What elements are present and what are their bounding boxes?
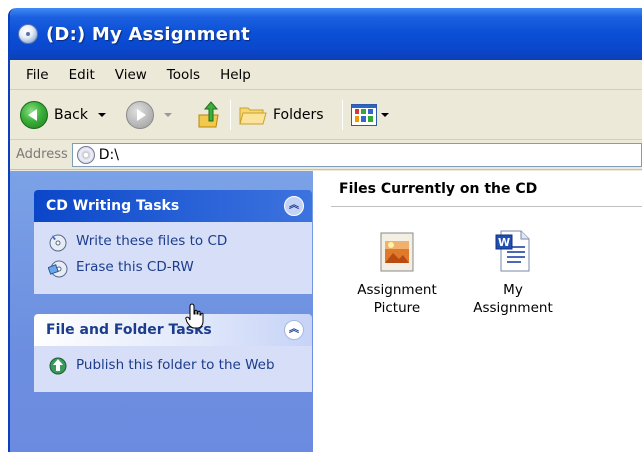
views-button[interactable] xyxy=(350,103,389,126)
task-pane: CD Writing Tasks ︽ Write these files to … xyxy=(10,171,313,452)
main-area: CD Writing Tasks ︽ Write these files to … xyxy=(10,171,642,452)
cd-writing-tasks-title: CD Writing Tasks xyxy=(46,198,180,214)
address-value: D:\ xyxy=(98,146,119,163)
file-folder-tasks-panel: File and Folder Tasks ︽ Publish this fol… xyxy=(34,314,312,392)
task-publish-folder-label: Publish this folder to the Web xyxy=(76,357,275,373)
file-folder-tasks-body: Publish this folder to the Web xyxy=(34,346,312,392)
back-button[interactable]: Back xyxy=(20,100,106,129)
folders-button[interactable]: Folders xyxy=(239,104,324,126)
task-erase-cd-rw[interactable]: Erase this CD-RW xyxy=(47,258,302,278)
back-label: Back xyxy=(54,106,88,123)
menu-view[interactable]: View xyxy=(105,67,157,83)
file-name-line1: My xyxy=(503,282,523,298)
task-write-files-label: Write these files to CD xyxy=(76,233,228,249)
forward-arrow-icon xyxy=(126,100,154,129)
folders-label: Folders xyxy=(273,106,324,123)
window-title: (D:) My Assignment xyxy=(46,23,250,45)
file-folder-tasks-header[interactable]: File and Folder Tasks ︽ xyxy=(34,314,312,346)
toolbar: Back Folders xyxy=(10,90,642,140)
file-name-line2: Picture xyxy=(373,300,421,316)
erase-cd-icon xyxy=(47,258,68,278)
title-bar[interactable]: (D:) My Assignment xyxy=(10,8,642,60)
menu-help[interactable]: Help xyxy=(210,67,261,83)
hand-cursor-icon xyxy=(185,303,205,329)
file-list-title: Files Currently on the CD xyxy=(339,181,538,197)
menu-tools[interactable]: Tools xyxy=(157,67,210,83)
menu-bar: File Edit View Tools Help xyxy=(10,60,642,90)
file-list-area[interactable]: Files Currently on the CD Assignment Pic… xyxy=(313,171,642,452)
cd-icon xyxy=(76,145,95,164)
word-document-icon: W xyxy=(493,227,533,275)
write-cd-icon xyxy=(48,232,68,252)
publish-web-icon xyxy=(48,356,68,376)
back-dropdown-icon[interactable] xyxy=(98,112,106,117)
toolbar-separator xyxy=(230,99,231,130)
address-bar: Address D:\ xyxy=(10,140,642,170)
task-publish-folder-web[interactable]: Publish this folder to the Web xyxy=(48,356,302,376)
up-folder-icon[interactable] xyxy=(196,100,222,129)
explorer-window: (D:) My Assignment File Edit View Tools … xyxy=(8,8,642,452)
file-list-header: Files Currently on the CD xyxy=(331,181,642,207)
collapse-chevron-icon[interactable]: ︽ xyxy=(284,320,304,340)
task-write-files-to-cd[interactable]: Write these files to CD xyxy=(48,232,302,252)
cd-writing-tasks-header[interactable]: CD Writing Tasks ︽ xyxy=(34,190,312,222)
task-erase-cd-label: Erase this CD-RW xyxy=(76,259,194,275)
folders-icon xyxy=(239,104,267,126)
collapse-chevron-icon[interactable]: ︽ xyxy=(284,196,304,216)
address-label: Address xyxy=(16,147,68,162)
address-input[interactable]: D:\ xyxy=(71,142,642,167)
menu-file[interactable]: File xyxy=(16,67,59,83)
svg-text:W: W xyxy=(498,236,510,249)
views-icon xyxy=(350,103,377,126)
cd-writing-tasks-body: Write these files to CD Erase this CD-RW xyxy=(34,222,312,294)
toolbar-separator-2 xyxy=(341,99,343,130)
picture-file-icon xyxy=(377,227,417,275)
file-item-assignment-picture[interactable]: Assignment Picture xyxy=(347,227,447,317)
file-name-line1: Assignment xyxy=(357,282,437,298)
menu-edit[interactable]: Edit xyxy=(59,67,105,83)
file-item-my-assignment[interactable]: W My Assignment xyxy=(463,227,563,317)
back-arrow-icon xyxy=(20,100,48,129)
cd-writing-tasks-panel: CD Writing Tasks ︽ Write these files to … xyxy=(34,190,312,294)
views-dropdown-icon[interactable] xyxy=(380,112,389,117)
cd-drive-icon xyxy=(18,24,38,44)
forward-dropdown-icon[interactable] xyxy=(164,112,172,117)
forward-button[interactable] xyxy=(126,100,172,129)
file-name-line2: Assignment xyxy=(473,300,553,316)
